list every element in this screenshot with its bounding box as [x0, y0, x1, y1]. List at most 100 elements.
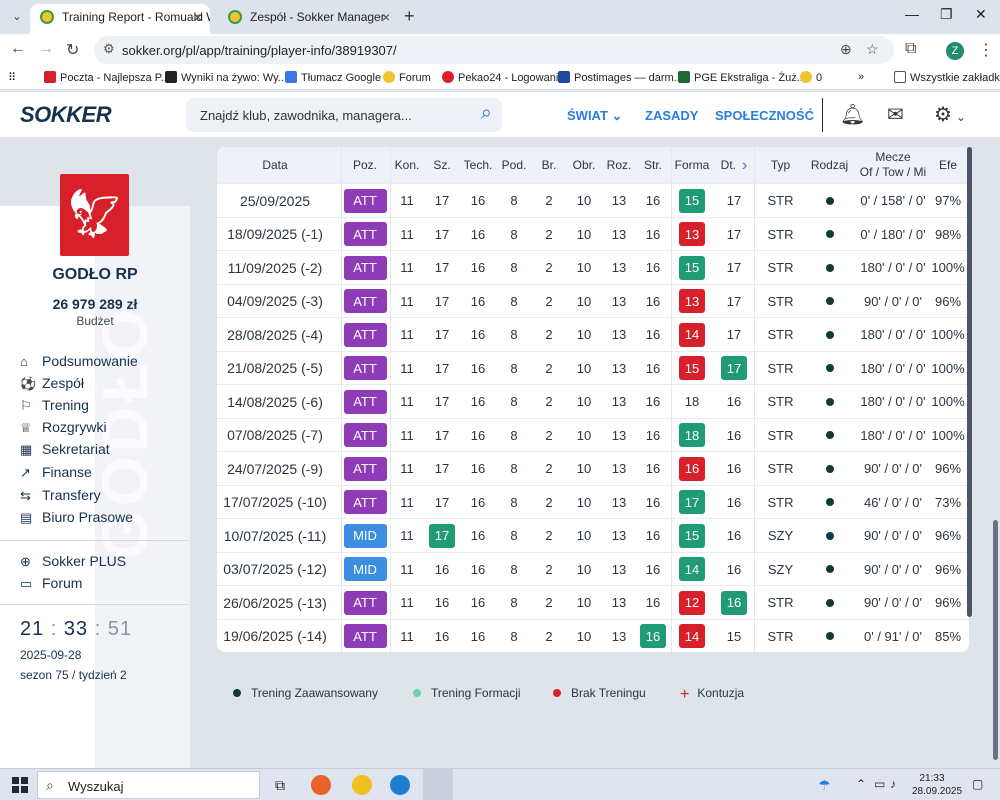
- windows-start-icon[interactable]: [12, 777, 28, 793]
- column-header-br[interactable]: Br.: [532, 147, 566, 183]
- sidebar-item-podsumowanie[interactable]: ⌂ Podsumowanie: [20, 353, 138, 373]
- file-explorer-icon[interactable]: [352, 775, 372, 795]
- cell-pos: MID: [341, 519, 389, 552]
- newspaper-icon: ▤: [20, 510, 33, 525]
- sidebar-item-rozgrywki[interactable]: ♕ Rozgrywki: [20, 419, 107, 439]
- club-name[interactable]: GODŁO RP: [0, 266, 190, 284]
- cell-sz: 17: [434, 461, 450, 476]
- site-settings-icon[interactable]: ⚙: [103, 41, 115, 57]
- column-header-forma[interactable]: Forma: [671, 147, 713, 183]
- sidebar-item-transfery[interactable]: ⇆ Transfery: [20, 487, 101, 507]
- weather-icon[interactable]: ☂: [818, 777, 831, 794]
- tab-zespol[interactable]: Zespół - Sokker Manager ×: [218, 4, 398, 34]
- tab-training-report[interactable]: Training Report - Romuald Waj ×: [30, 4, 210, 34]
- bookmarks-overflow-icon[interactable]: »: [858, 71, 864, 83]
- column-header-roz[interactable]: Roz.: [602, 147, 636, 183]
- column-header-kon[interactable]: Kon.: [390, 147, 424, 183]
- search-input[interactable]: Znajdź klub, zawodnika, managera... ⌕: [186, 98, 502, 132]
- sidebar-item-forum[interactable]: ▭ Forum: [20, 575, 82, 595]
- menu-spolecznosc[interactable]: SPOŁECZNOŚĆ: [715, 108, 814, 123]
- bell-icon[interactable]: 🔔︎: [840, 102, 865, 127]
- cell-rodzaj: [807, 586, 852, 619]
- column-header-obr[interactable]: Obr.: [566, 147, 602, 183]
- chevron-right-icon[interactable]: ›: [742, 157, 747, 173]
- bookmark-zero[interactable]: 0: [800, 71, 822, 84]
- settings-gear-icon[interactable]: ⚙ ⌄: [934, 102, 966, 127]
- cell-mecze: 90' / 0' / 0': [863, 293, 923, 309]
- sidebar-item-sokker-plus[interactable]: ⊕ Sokker PLUS: [20, 553, 126, 573]
- page-scrollbar[interactable]: [993, 520, 998, 760]
- bookmark-tlumacz[interactable]: Tłumacz Google: [285, 71, 381, 84]
- extensions-icon[interactable]: ⧉: [905, 40, 916, 58]
- column-header-dt[interactable]: Dt. ›: [714, 147, 754, 183]
- close-tab-icon[interactable]: ×: [194, 4, 202, 30]
- column-header-mecze[interactable]: Mecze Of / Tow / Mi: [852, 147, 934, 183]
- taskbar-search[interactable]: ⌕ Wyszukaj: [37, 771, 260, 799]
- column-header-pos[interactable]: Poz.: [341, 147, 389, 183]
- browser-menu-icon[interactable]: ⋮: [978, 40, 994, 60]
- game-clock: 21 : 33 : 51: [20, 618, 133, 640]
- cell-pod: 8: [510, 193, 518, 208]
- sidebar-item-trening[interactable]: ⚐ Trening: [20, 397, 89, 417]
- column-header-typ[interactable]: Typ: [754, 147, 807, 183]
- forward-icon[interactable]: →: [38, 40, 54, 58]
- column-header-efe[interactable]: Efe: [929, 147, 967, 183]
- apps-grid-icon[interactable]: ⠿: [8, 71, 16, 84]
- firefox-icon[interactable]: [311, 775, 331, 795]
- minimize-icon[interactable]: —: [905, 6, 919, 22]
- zoom-icon[interactable]: ⊕: [840, 41, 852, 58]
- address-bar[interactable]: ⚙ sokker.org/pl/app/training/player-info…: [94, 36, 894, 64]
- all-bookmarks-folder[interactable]: Wszystkie zakładki: [894, 71, 1000, 84]
- menu-swiat[interactable]: ŚWIAT ⌄: [567, 108, 622, 124]
- cell-date: 19/06/2025 (-14): [223, 628, 327, 644]
- sidebar-item-sekretariat[interactable]: ▦ Sekretariat: [20, 441, 110, 461]
- sidebar-item-finanse[interactable]: ↗ Finanse: [20, 464, 92, 484]
- legend-advanced-training: Trening Zaawansowany: [233, 686, 378, 700]
- bookmark-star-icon[interactable]: ☆: [866, 41, 879, 58]
- new-tab-button[interactable]: +: [404, 6, 415, 27]
- column-header-rodzaj[interactable]: Rodzaj: [807, 147, 852, 183]
- column-header-sz[interactable]: Sz.: [424, 147, 460, 183]
- bookmark-pekao[interactable]: Pekao24 - Logowanie: [442, 71, 564, 84]
- column-header-tech[interactable]: Tech.: [460, 147, 496, 183]
- training-kind-dot-icon: [825, 632, 834, 640]
- cell-efe: 96%: [934, 595, 962, 610]
- close-window-icon[interactable]: ✕: [975, 6, 987, 23]
- edge-icon[interactable]: [390, 775, 410, 795]
- sidebar-item-biuro-prasowe[interactable]: ▤ Biuro Prasowe: [20, 509, 133, 529]
- mail-icon[interactable]: ✉: [887, 102, 904, 127]
- volume-icon[interactable]: ♪: [890, 777, 896, 791]
- close-tab-icon[interactable]: ×: [382, 4, 390, 30]
- cell-forma: 14: [671, 318, 713, 351]
- cell-typ: STR: [767, 461, 794, 476]
- task-view-icon[interactable]: ⧉: [275, 777, 285, 794]
- bookmark-pge[interactable]: PGE Ekstraliga - Żuż...: [678, 71, 806, 84]
- cell-str: 16: [645, 193, 661, 208]
- profile-avatar[interactable]: Z: [946, 42, 964, 60]
- column-header-date[interactable]: Data: [217, 147, 333, 183]
- table-scrollbar[interactable]: [967, 147, 972, 617]
- bookmark-forum[interactable]: Forum: [383, 71, 431, 84]
- cell-typ: SZY: [767, 528, 794, 543]
- table-row: 17/07/2025 (-10) ATT 11 17 16 8 2 10 13 16 17 16 STR…: [217, 484, 969, 518]
- back-icon[interactable]: ←: [10, 40, 26, 58]
- sokker-logo[interactable]: SOKKER: [20, 102, 112, 128]
- table-row: 10/07/2025 (-11) MID 11 17 16 8 2 10 13 16 15 16 SZY…: [217, 518, 969, 551]
- sidebar-item-zespol[interactable]: ⚽ Zespół: [20, 375, 84, 395]
- column-header-pod[interactable]: Pod.: [496, 147, 532, 183]
- bookmark-postimages[interactable]: Postimages — darm...: [558, 71, 683, 84]
- restore-icon[interactable]: ❐: [940, 6, 953, 23]
- search-icon[interactable]: ⌕: [481, 102, 492, 125]
- menu-zasady[interactable]: ZASADY: [645, 108, 698, 123]
- taskbar-clock[interactable]: 21:33 28.09.2025: [912, 772, 962, 798]
- notifications-icon[interactable]: ▢: [972, 777, 983, 791]
- network-icon[interactable]: ▭: [874, 777, 885, 791]
- tray-chevron-icon[interactable]: ⌃: [856, 777, 866, 791]
- tab-search-icon[interactable]: ⌄: [6, 6, 28, 28]
- bookmark-wyniki[interactable]: Wyniki na żywo: Wy...: [165, 71, 287, 84]
- cell-pod: 8: [510, 461, 518, 476]
- column-header-str[interactable]: Str.: [636, 147, 670, 183]
- bookmark-poczta[interactable]: Poczta - Najlepsza P...: [44, 71, 170, 84]
- reload-icon[interactable]: ↻: [66, 40, 79, 60]
- cell-obr: 10: [576, 528, 592, 543]
